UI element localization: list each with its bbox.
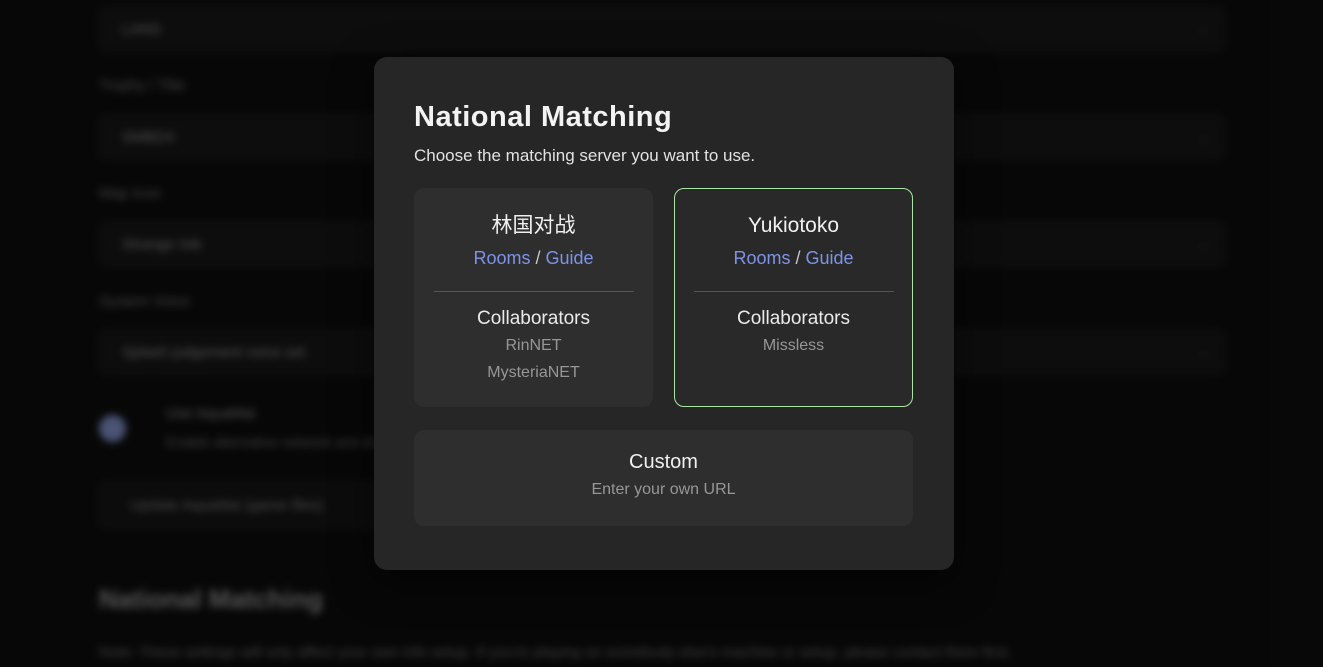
server-name: Yukiotoko: [675, 212, 912, 240]
guide-link[interactable]: Guide: [545, 248, 593, 268]
server-card-yukiotoko[interactable]: Yukiotoko Rooms / Guide Collaborators Mi…: [674, 188, 913, 407]
link-separator: /: [530, 248, 545, 268]
collaborators-label: Collaborators: [415, 308, 652, 330]
guide-link[interactable]: Guide: [805, 248, 853, 268]
dialog-title: National Matching: [414, 101, 914, 134]
server-name: 林国对战: [415, 212, 652, 240]
server-links: Rooms / Guide: [415, 245, 652, 271]
collaborator-name: MysteriaNET: [415, 362, 652, 384]
server-card-linguo[interactable]: 林国对战 Rooms / Guide Collaborators RinNET …: [414, 188, 653, 407]
card-divider: [434, 291, 634, 292]
collaborators-label: Collaborators: [675, 308, 912, 330]
rooms-link[interactable]: Rooms: [473, 248, 530, 268]
rooms-link[interactable]: Rooms: [733, 248, 790, 268]
card-divider: [694, 291, 894, 292]
link-separator: /: [790, 248, 805, 268]
server-links: Rooms / Guide: [675, 245, 912, 271]
custom-subtitle: Enter your own URL: [414, 481, 913, 499]
collaborator-name: RinNET: [415, 335, 652, 357]
national-matching-dialog: National Matching Choose the matching se…: [374, 57, 954, 570]
custom-server-card[interactable]: Custom Enter your own URL: [414, 430, 913, 526]
collaborator-name: Missless: [675, 335, 912, 357]
server-options: 林国对战 Rooms / Guide Collaborators RinNET …: [414, 188, 914, 407]
custom-title: Custom: [414, 449, 913, 476]
dialog-subtitle: Choose the matching server you want to u…: [414, 146, 914, 166]
